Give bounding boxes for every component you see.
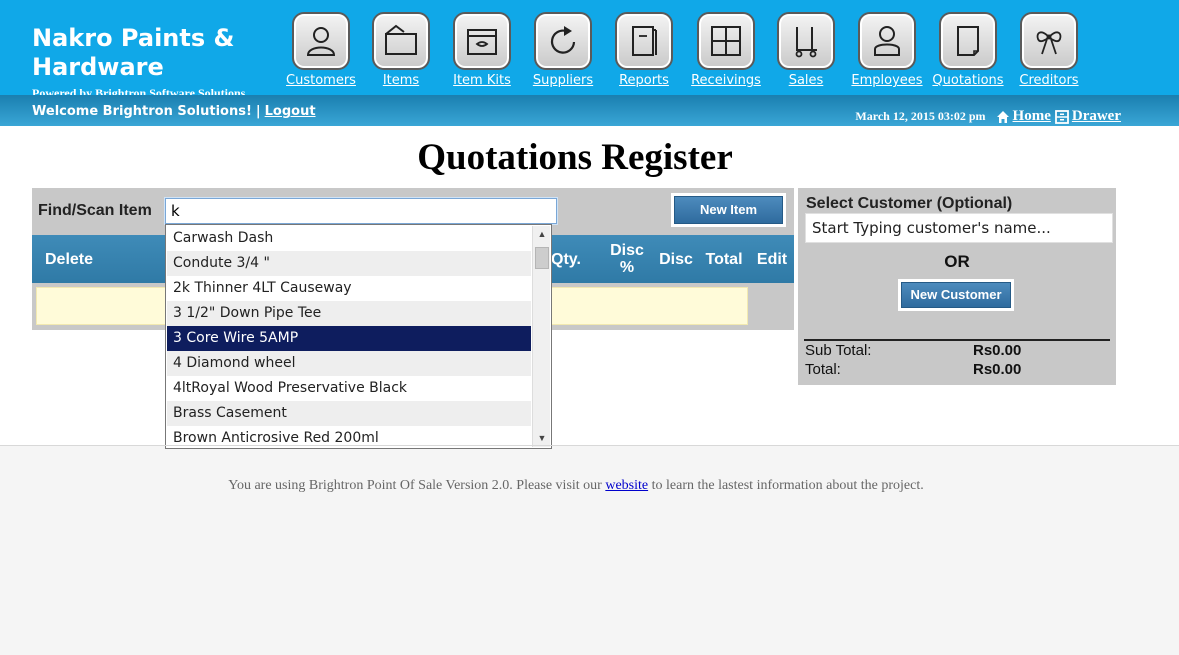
page-title: Quotations Register <box>417 137 733 178</box>
scroll-up-arrow-icon[interactable]: ▲ <box>533 226 551 243</box>
nav-sales[interactable]: Sales <box>771 12 841 88</box>
welcome-separator: | <box>255 104 261 119</box>
nav-label[interactable]: Item Kits <box>447 73 517 88</box>
nav-label[interactable]: Items <box>366 73 436 88</box>
refresh-arrow-icon <box>550 26 576 54</box>
col-total: Total <box>705 250 743 268</box>
gift-bow-icon <box>1036 31 1062 55</box>
nav-customers[interactable]: Customers <box>281 12 361 88</box>
nav-suppliers[interactable]: Suppliers <box>528 12 598 88</box>
footer-divider <box>0 445 1179 446</box>
drawer-icon <box>1054 109 1069 124</box>
nav-quotations[interactable]: Quotations <box>929 12 1007 88</box>
home-link[interactable]: Home <box>1013 108 1051 125</box>
new-customer-label[interactable]: New Customer <box>901 282 1011 308</box>
logout-link[interactable]: Logout <box>265 104 316 119</box>
autocomplete-option[interactable]: 4 Diamond wheel <box>167 351 531 376</box>
nav-item-kits[interactable]: Item Kits <box>447 12 517 88</box>
scroll-thumb[interactable] <box>535 247 549 269</box>
item-autocomplete-dropdown: Carwash Dash Condute 3/4 " 2k Thinner 4LT … <box>165 224 552 449</box>
home-icon <box>996 110 1009 123</box>
subtotal-label: Sub Total: <box>805 342 872 359</box>
nav-label[interactable]: Suppliers <box>528 73 598 88</box>
autocomplete-option[interactable]: 3 Core Wire 5AMP <box>167 326 531 351</box>
customer-search-input[interactable]: Start Typing customer's name... <box>805 213 1113 243</box>
footer-text: You are using Brightron Point Of Sale Ve… <box>0 478 1152 494</box>
col-disc-percent: Disc % <box>610 242 644 276</box>
col-edit: Edit <box>756 250 788 268</box>
autocomplete-scrollbar[interactable]: ▲ ▼ <box>532 226 550 447</box>
welcome-bar: Welcome Brightron Solutions! | Logout <box>32 104 316 119</box>
header: Nakro Paints & Hardware Powered by Brigh… <box>0 0 1179 126</box>
subtotal-value: Rs0.00 <box>973 342 1022 359</box>
nav-employees[interactable]: Employees <box>848 12 926 88</box>
find-item-input[interactable] <box>164 197 558 225</box>
total-label: Total: <box>805 361 841 378</box>
person-icon <box>306 27 336 56</box>
totals-divider <box>804 339 1110 341</box>
nav-creditors[interactable]: Creditors <box>1013 12 1085 88</box>
new-item-label[interactable]: New Item <box>674 196 783 224</box>
select-customer-title: Select Customer (Optional) <box>806 195 1013 212</box>
customer-panel: Select Customer (Optional) Start Typing … <box>798 188 1116 385</box>
nav-receivings[interactable]: Receivings <box>686 12 766 88</box>
folder-icon <box>385 24 417 55</box>
autocomplete-option[interactable]: 2k Thinner 4LT Causeway <box>167 276 531 301</box>
total-value: Rs0.00 <box>973 361 1022 378</box>
nav-label[interactable]: Receivings <box>686 73 766 88</box>
autocomplete-option[interactable]: Condute 3/4 " <box>167 251 531 276</box>
new-item-button[interactable]: New Item <box>671 193 786 227</box>
nav-reports[interactable]: Reports <box>609 12 679 88</box>
nav-label[interactable]: Creditors <box>1013 73 1085 88</box>
welcome-text: Welcome Brightron Solutions! <box>32 104 252 119</box>
col-disc: Disc <box>659 250 693 268</box>
nav-items[interactable]: Items <box>366 12 436 88</box>
user-badge-icon <box>874 26 900 56</box>
col-delete: Delete <box>44 250 94 268</box>
drawer-link[interactable]: Drawer <box>1072 108 1121 125</box>
website-link[interactable]: website <box>605 478 648 493</box>
nav-label[interactable]: Employees <box>848 73 926 88</box>
nav-label[interactable]: Sales <box>771 73 841 88</box>
footer-text-before: You are using Brightron Point Of Sale Ve… <box>228 478 602 493</box>
autocomplete-list: Carwash Dash Condute 3/4 " 2k Thinner 4LT … <box>167 226 531 448</box>
status-bar: March 12, 2015 03:02 pm Home Drawer <box>855 108 1121 125</box>
datetime: March 12, 2015 03:02 pm <box>855 109 986 123</box>
book-icon <box>632 26 657 56</box>
find-scan-label: Find/Scan Item <box>38 202 152 219</box>
brand-name: Nakro Paints & Hardware <box>32 24 235 81</box>
autocomplete-option[interactable]: Carwash Dash <box>167 226 531 251</box>
document-icon <box>957 26 979 56</box>
autocomplete-option[interactable]: 4ltRoyal Wood Preservative Black <box>167 376 531 401</box>
nav-label[interactable]: Customers <box>281 73 361 88</box>
toolbox-icon <box>467 29 497 55</box>
footer-text-after: to learn the lastest information about t… <box>651 478 924 493</box>
nav-label[interactable]: Reports <box>609 73 679 88</box>
autocomplete-option[interactable]: 3 1/2" Down Pipe Tee <box>167 301 531 326</box>
grid-icon <box>711 26 741 56</box>
or-label: OR <box>944 252 970 271</box>
cart-icon <box>795 27 817 58</box>
autocomplete-option[interactable]: Brass Casement <box>167 401 531 426</box>
new-customer-button[interactable]: New Customer <box>898 279 1014 311</box>
nav-label[interactable]: Quotations <box>929 73 1007 88</box>
